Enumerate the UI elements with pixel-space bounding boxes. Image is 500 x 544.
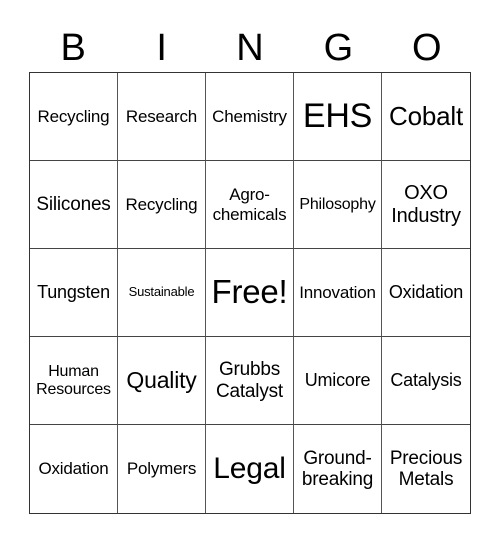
bingo-cell[interactable]: Agro- chemicals [206,161,294,249]
bingo-cell[interactable]: Precious Metals [382,425,470,513]
free-space[interactable]: Free! [206,249,294,337]
bingo-cell[interactable]: Grubbs Catalyst [206,337,294,425]
bingo-cell[interactable]: Legal [206,425,294,513]
bingo-cell[interactable]: Research [118,73,206,161]
bingo-cell[interactable]: Umicore [294,337,382,425]
header-letter-i: I [156,27,167,69]
bingo-cell[interactable]: Ground- breaking [294,425,382,513]
bingo-cell[interactable]: Polymers [118,425,206,513]
bingo-card: Recycling Research Chemistry EHS Cobalt … [29,72,471,514]
bingo-cell[interactable]: Catalysis [382,337,470,425]
bingo-cell[interactable]: Silicones [30,161,118,249]
header-letter-g: G [323,27,354,69]
bingo-header: B I N G O [29,28,471,68]
bingo-cell[interactable]: Oxidation [30,425,118,513]
bingo-cell[interactable]: Quality [118,337,206,425]
bingo-cell[interactable]: Sustainable [118,249,206,337]
bingo-cell[interactable]: Human Resources [30,337,118,425]
bingo-cell[interactable]: OXO Industry [382,161,470,249]
header-letter-b: B [60,27,86,69]
bingo-cell[interactable]: Cobalt [382,73,470,161]
header-letter-n: N [236,27,264,69]
bingo-cell[interactable]: Recycling [118,161,206,249]
header-letter-o: O [412,27,442,69]
bingo-cell[interactable]: Philosophy [294,161,382,249]
bingo-cell[interactable]: Tungsten [30,249,118,337]
bingo-cell[interactable]: Innovation [294,249,382,337]
bingo-cell[interactable]: Chemistry [206,73,294,161]
bingo-cell[interactable]: Oxidation [382,249,470,337]
bingo-cell[interactable]: Recycling [30,73,118,161]
bingo-cell[interactable]: EHS [294,73,382,161]
